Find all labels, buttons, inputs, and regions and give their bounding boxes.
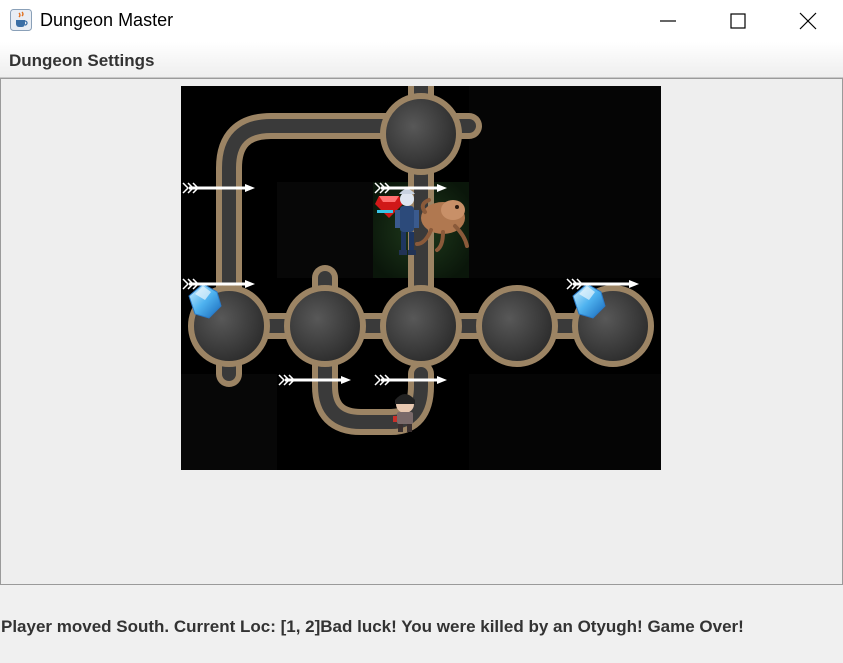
cave xyxy=(380,93,462,175)
dungeon-map[interactable] xyxy=(181,73,661,470)
player-aura xyxy=(377,210,393,213)
minimize-icon xyxy=(660,20,676,22)
dungeon-board[interactable] xyxy=(181,73,661,470)
minimize-button[interactable] xyxy=(645,0,691,42)
status-bar: Player moved South. Current Loc: [1, 2]B… xyxy=(0,585,843,663)
java-cup-icon xyxy=(10,9,32,31)
cave xyxy=(380,285,462,367)
menu-dungeon-settings[interactable]: Dungeon Settings xyxy=(9,51,154,71)
close-button[interactable] xyxy=(785,0,831,42)
close-icon xyxy=(799,12,817,30)
window-title: Dungeon Master xyxy=(40,10,174,30)
cave xyxy=(476,285,558,367)
game-panel xyxy=(0,73,843,585)
maximize-button[interactable] xyxy=(715,0,761,42)
status-message: Player moved South. Current Loc: [1, 2]B… xyxy=(1,617,744,636)
title-bar: Dungeon Master xyxy=(0,0,843,42)
cave xyxy=(284,285,366,367)
maximize-icon xyxy=(730,13,746,29)
menu-bar: Dungeon Settings xyxy=(0,42,843,78)
